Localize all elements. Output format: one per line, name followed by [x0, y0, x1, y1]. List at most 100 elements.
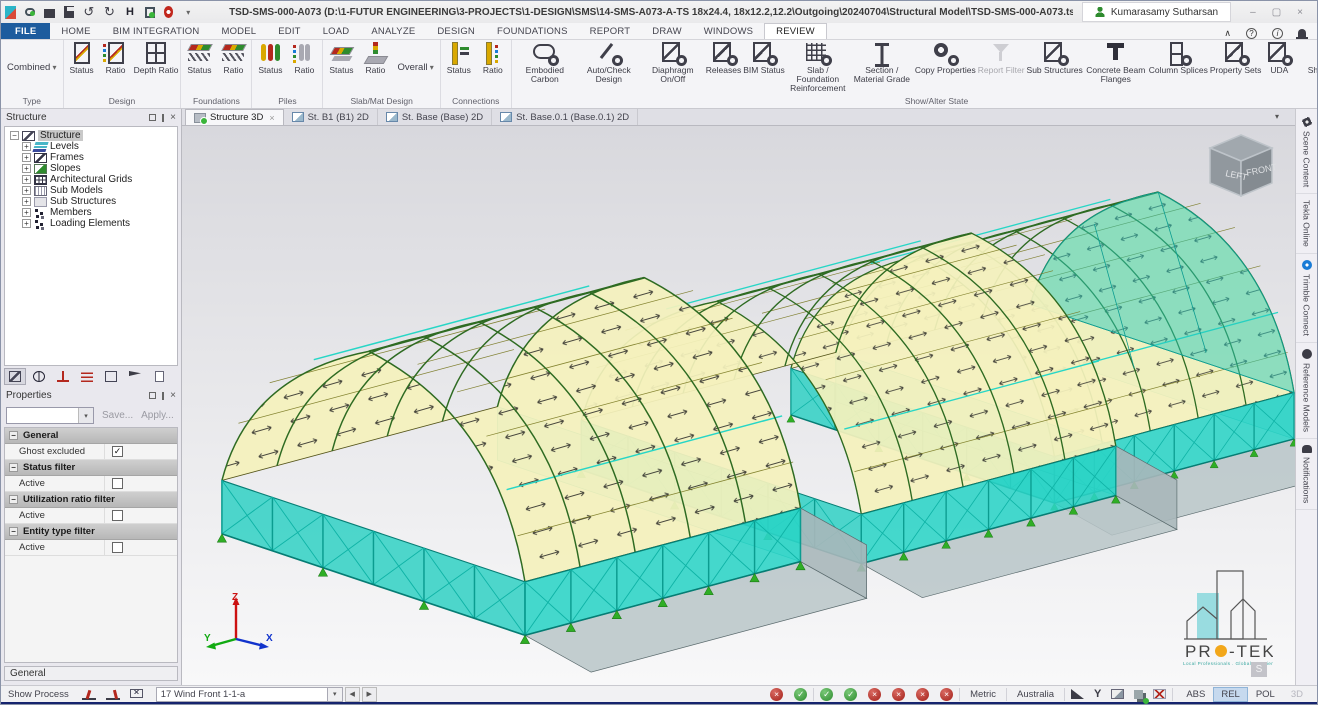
ribbon-button[interactable]: Report Filter [977, 40, 1026, 75]
tree-item[interactable]: + Levels [5, 141, 177, 152]
expander-icon[interactable]: + [22, 219, 31, 228]
chevron-down-icon[interactable]: ▾ [78, 408, 93, 423]
ribbon-button[interactable]: Status [324, 40, 358, 75]
info-icon[interactable] [1272, 28, 1283, 39]
side-panel-tab[interactable]: Tekla Online [1296, 194, 1317, 254]
restore-panel-icon[interactable] [149, 114, 156, 121]
structural-model-3d[interactable] [182, 126, 1295, 685]
loadcase-combobox[interactable]: 17 Wind Front 1-1-a [156, 687, 328, 702]
checkbox[interactable] [112, 478, 123, 489]
minimize-button[interactable] [1250, 7, 1256, 18]
previous-loadcase-button[interactable]: ◀ [345, 687, 360, 702]
expander-icon[interactable]: + [22, 175, 31, 184]
h-beam-icon[interactable] [124, 5, 136, 19]
section-header-entity-type-filter[interactable]: −Entity type filter [5, 524, 177, 540]
section-header-general[interactable]: −General [5, 428, 177, 444]
menu-tab[interactable]: LOAD [312, 23, 361, 39]
collapse-icon[interactable]: − [9, 495, 18, 504]
coordinate-mode-toggle[interactable]: ABS [1179, 688, 1212, 701]
chevron-down-icon[interactable]: ▾ [328, 687, 343, 702]
section-header-utilization-ratio-filter[interactable]: −Utilization ratio filter [5, 492, 177, 508]
view-tab[interactable]: St. Base (Base) 2D [378, 109, 492, 125]
ribbon-button[interactable]: Auto/Check Design [577, 40, 641, 84]
expander-icon[interactable]: + [22, 197, 31, 206]
flag-icon[interactable] [1153, 689, 1166, 699]
ribbon-button[interactable]: Ratio [287, 40, 321, 75]
ribbon-button[interactable]: Sub Structures [1026, 40, 1084, 75]
view-tab[interactable]: Structure 3D [185, 109, 284, 125]
help-icon[interactable] [1246, 28, 1257, 39]
expander-icon[interactable]: + [22, 153, 31, 162]
ribbon-button[interactable]: Status [253, 40, 287, 75]
ribbon-button[interactable]: Status [65, 40, 99, 75]
layers-icon[interactable] [1134, 690, 1143, 699]
panel-tab-button[interactable] [76, 368, 98, 385]
menu-tab[interactable]: FOUNDATIONS [486, 23, 579, 39]
section-header-status-filter[interactable]: −Status filter [5, 460, 177, 476]
ribbon-button[interactable]: Status [182, 40, 216, 75]
ribbon-button[interactable]: Depth Ratio [133, 40, 180, 75]
collapse-icon[interactable]: − [9, 527, 18, 536]
panel-tab-button[interactable] [28, 368, 50, 385]
tree-item[interactable]: + Frames [5, 152, 177, 163]
menu-tab[interactable]: EDIT [267, 23, 311, 39]
coordinate-mode-toggle[interactable]: 3D [1284, 688, 1310, 701]
menu-tab[interactable]: ANALYZE [360, 23, 426, 39]
pin-panel-icon[interactable] [162, 114, 164, 122]
close-button[interactable] [1297, 7, 1303, 18]
tree-item[interactable]: + Slopes [5, 163, 177, 174]
ribbon-button[interactable]: Releases [705, 40, 742, 75]
side-panel-tab[interactable]: Reference Models [1296, 343, 1317, 439]
ribbon-button[interactable]: Property Sets [1209, 40, 1263, 75]
next-loadcase-button[interactable]: ▶ [362, 687, 377, 702]
export-icon[interactable] [145, 7, 155, 18]
tree-item[interactable]: + Sub Models [5, 185, 177, 196]
property-set-combobox[interactable]: ▾ [6, 407, 94, 424]
pin-panel-icon[interactable] [162, 392, 164, 400]
ribbon-button[interactable]: Diaphragm On/Off [641, 40, 705, 84]
bell-icon[interactable] [1298, 29, 1306, 38]
panel-tab-button[interactable] [148, 368, 170, 385]
member-process-icon[interactable] [82, 689, 96, 700]
quick-access-more-icon[interactable] [182, 5, 194, 19]
view-tabs-menu-icon[interactable] [1275, 112, 1288, 121]
ribbon-button[interactable]: Concrete Beam Flanges [1084, 40, 1148, 84]
panel-tab-button[interactable] [124, 368, 146, 385]
collapse-ribbon-icon[interactable] [1224, 28, 1231, 39]
menu-tab[interactable]: WINDOWS [693, 23, 764, 39]
coordinate-mode-toggle[interactable]: POL [1249, 688, 1282, 701]
menu-tab[interactable]: REPORT [579, 23, 642, 39]
apply-properties-link[interactable]: Apply... [141, 410, 174, 421]
tree-root[interactable]: − Structure [5, 130, 177, 141]
user-account[interactable]: Kumarasamy Sutharsan [1082, 2, 1231, 22]
maximize-button[interactable] [1272, 7, 1281, 18]
tree-item[interactable]: + Members [5, 207, 177, 218]
close-panel-icon[interactable] [170, 112, 176, 123]
redo-icon[interactable] [104, 5, 116, 19]
close-view-icon[interactable] [269, 113, 274, 123]
side-panel-tab[interactable]: Trimble Connect [1296, 254, 1317, 343]
menu-tab[interactable]: REVIEW [764, 23, 827, 39]
panel-tab-button[interactable] [100, 368, 122, 385]
checkbox[interactable] [112, 446, 123, 457]
ribbon-button[interactable]: Column Splices [1148, 40, 1209, 75]
open-icon[interactable] [44, 9, 55, 18]
link-icon[interactable] [25, 8, 36, 16]
save-icon[interactable] [64, 6, 74, 18]
panel-tab-button[interactable] [52, 368, 74, 385]
menu-tab[interactable]: DRAW [641, 23, 692, 39]
menu-tab[interactable]: BIM INTEGRATION [102, 23, 211, 39]
menu-tab[interactable]: FILE [1, 23, 50, 39]
collapse-icon[interactable]: − [9, 431, 18, 440]
ribbon-button[interactable]: Status [442, 40, 476, 75]
ribbon-button[interactable]: Ratio [216, 40, 250, 75]
menu-tab[interactable]: MODEL [210, 23, 267, 39]
ribbon-button[interactable]: Embodied Carbon [513, 40, 577, 84]
ribbon-button[interactable]: UDA [1262, 40, 1296, 75]
close-panel-icon[interactable] [170, 390, 176, 401]
ribbon-button[interactable]: Overall [396, 62, 434, 73]
record-icon[interactable] [164, 6, 174, 18]
region-label[interactable]: Australia [1013, 689, 1058, 700]
tree-item[interactable]: + Loading Elements [5, 218, 177, 229]
envelope-icon[interactable] [130, 689, 143, 698]
